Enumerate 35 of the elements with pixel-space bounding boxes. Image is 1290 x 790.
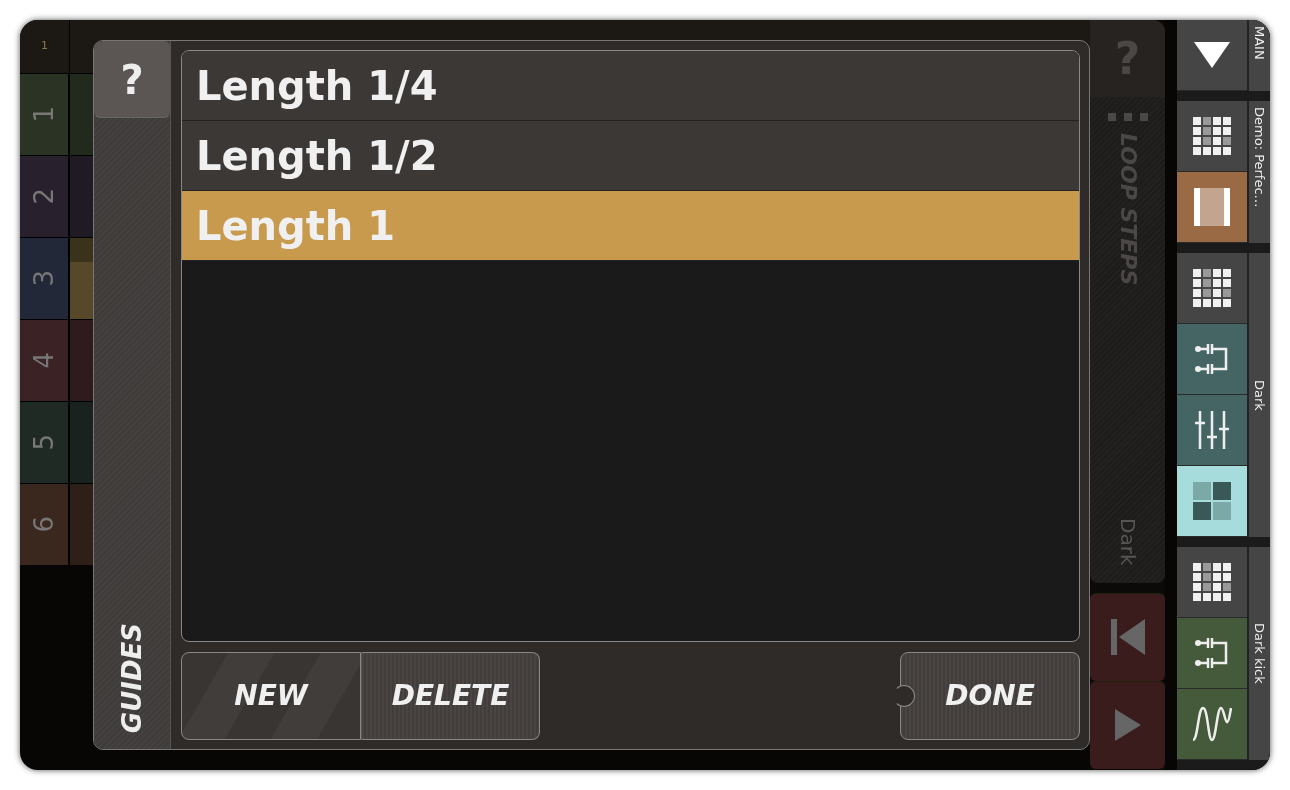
clip-icon bbox=[1194, 188, 1230, 226]
help-button[interactable]: ? bbox=[1090, 20, 1165, 97]
list-item[interactable]: Length 1/4 bbox=[182, 51, 1079, 121]
pattern-name: Dark bbox=[1114, 517, 1141, 565]
waveform-icon bbox=[1192, 706, 1232, 742]
routing-icon bbox=[1194, 341, 1230, 377]
skip-back-button[interactable] bbox=[1090, 593, 1165, 681]
pads-icon bbox=[1193, 482, 1231, 520]
row-header[interactable]: 5 bbox=[20, 402, 70, 483]
routing-icon bbox=[1194, 635, 1230, 671]
track-name: Dark bbox=[1247, 253, 1270, 537]
guides-label: GUIDES bbox=[115, 622, 148, 733]
list-item[interactable]: Length 1 bbox=[182, 191, 1079, 261]
row-header[interactable]: 2 bbox=[20, 156, 70, 237]
new-button[interactable]: NEW bbox=[181, 652, 361, 740]
grid-icon bbox=[1193, 563, 1231, 601]
play-icon bbox=[1114, 709, 1141, 741]
row-header[interactable]: 4 bbox=[20, 320, 70, 401]
track-name: MAIN bbox=[1247, 20, 1270, 91]
row-header[interactable]: 1 bbox=[20, 74, 70, 155]
list-item[interactable]: Length 1/2 bbox=[182, 121, 1079, 191]
track-name: Demo: Perfec… bbox=[1247, 101, 1270, 243]
row-header[interactable]: 6 bbox=[20, 484, 70, 565]
corner-label: 1 bbox=[20, 20, 70, 73]
help-button[interactable]: ? bbox=[94, 41, 170, 118]
mixer-icon bbox=[1194, 411, 1230, 449]
dropdown-icon bbox=[1194, 42, 1230, 68]
menu-button[interactable] bbox=[1177, 20, 1247, 91]
delete-button[interactable]: DELETE bbox=[361, 652, 540, 740]
track-name: Dark kick bbox=[1247, 547, 1270, 760]
play-button[interactable] bbox=[1090, 681, 1165, 769]
grid-icon bbox=[1193, 117, 1231, 155]
row-header[interactable]: 3 bbox=[20, 238, 70, 319]
skip-back-icon bbox=[1110, 619, 1145, 655]
grid-icon bbox=[1193, 269, 1231, 307]
